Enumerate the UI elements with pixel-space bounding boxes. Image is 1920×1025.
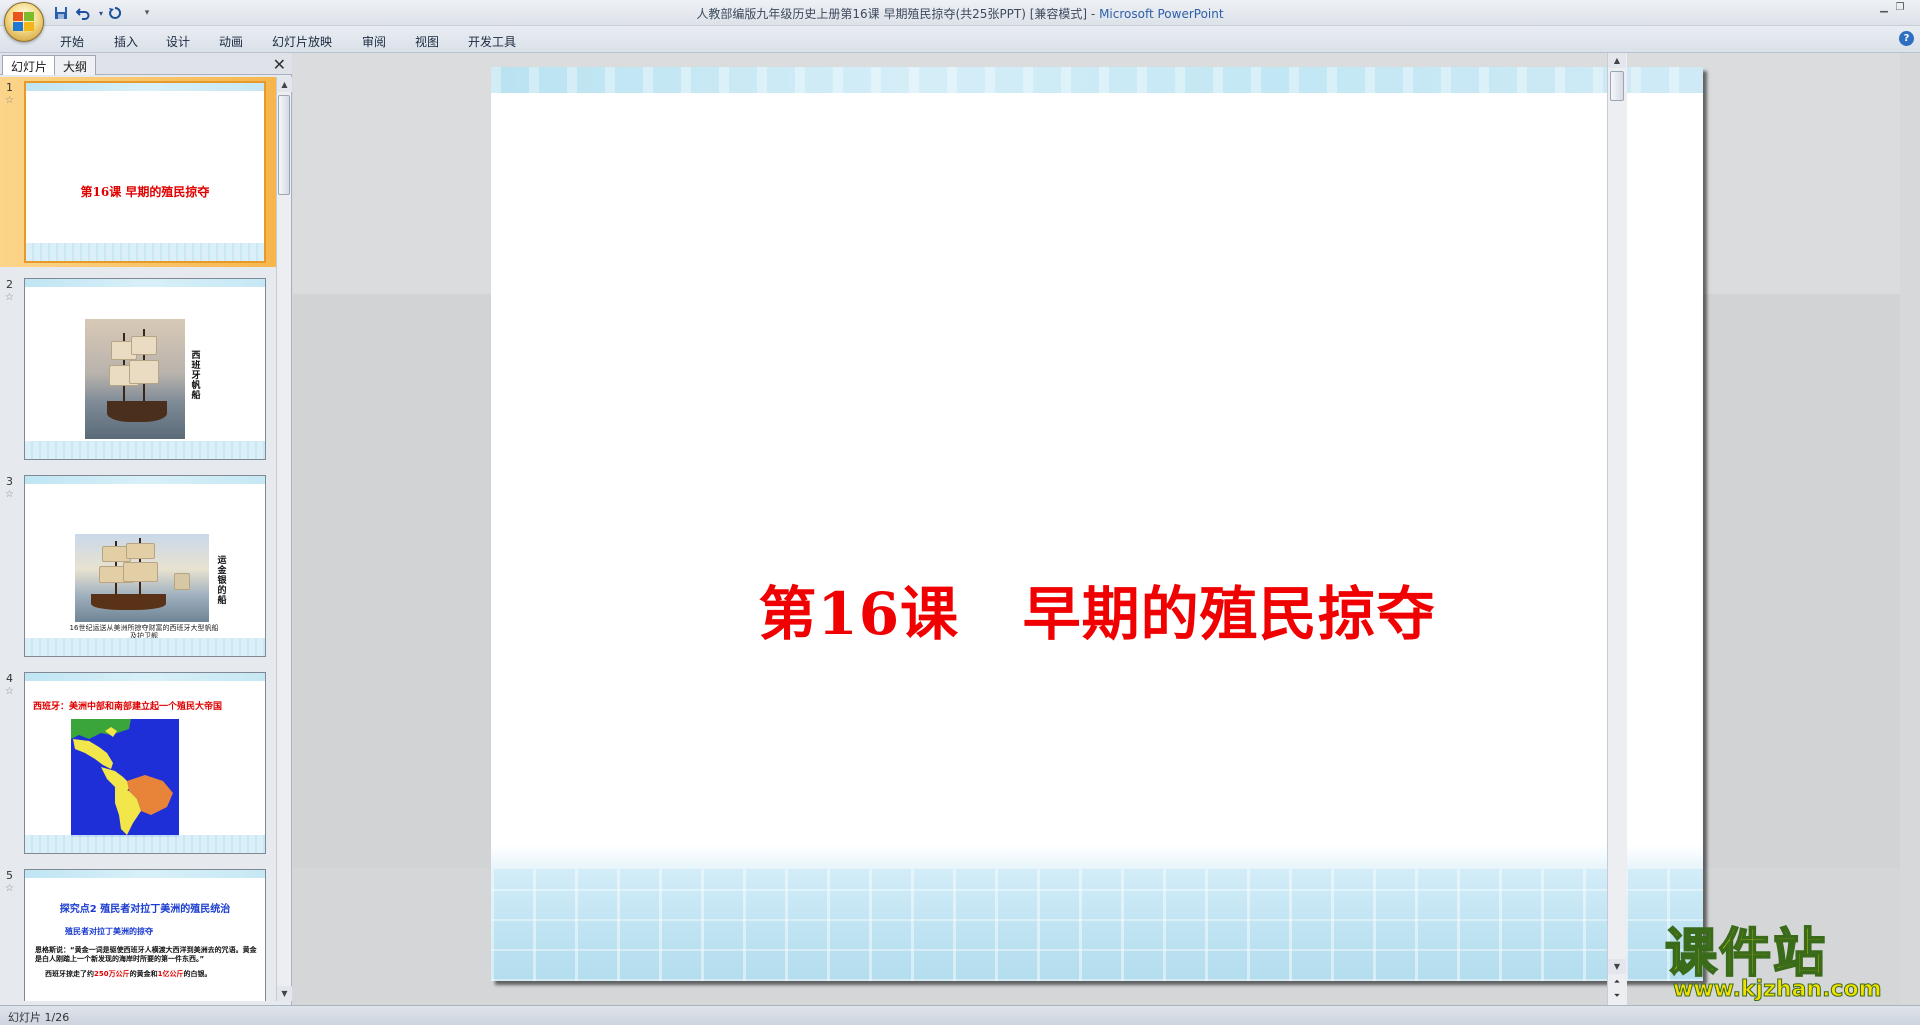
tab-slide-show[interactable]: 幻灯片放映 bbox=[266, 31, 338, 52]
tab-outline[interactable]: 大纲 bbox=[54, 55, 97, 75]
watermark-text: 课件站 bbox=[1664, 924, 1828, 984]
watermark-logo: 课件站 www.kjzhan.com bbox=[1664, 924, 1905, 1005]
tab-developer[interactable]: 开发工具 bbox=[462, 31, 522, 52]
thumbnail-body: 恩格斯说：“黄金一词是驱使西班牙人横渡大西洋到美洲去的咒语。黄金是白人刚踏上一个… bbox=[35, 946, 257, 979]
slide-number: 4 bbox=[6, 672, 13, 685]
decor-band bbox=[491, 869, 1703, 981]
scroll-thumb[interactable] bbox=[1610, 71, 1624, 101]
decor-band bbox=[25, 279, 265, 287]
slide-title[interactable]: 第16课 早期的殖民掠夺 bbox=[491, 567, 1703, 651]
thumbnail-canvas: 探究点2 殖民者对拉丁美洲的殖民统治 殖民者对拉丁美洲的掠夺 恩格斯说：“黄金一… bbox=[24, 869, 266, 1001]
thumbnail-heading: 探究点2 殖民者对拉丁美洲的殖民统治 bbox=[59, 904, 231, 915]
slide-thumbnail-list: 1 ☆ 第16课 早期的殖民掠夺 2 ☆ 西班牙帆船 3 ☆ 运金银的船 16世… bbox=[0, 77, 276, 1001]
thumbnail-title: 西班牙：美洲中部和南部建立起一个殖民大帝国 bbox=[33, 702, 223, 712]
undo-icon[interactable] bbox=[74, 4, 92, 22]
vertical-caption: 运金银的船 bbox=[217, 556, 227, 606]
office-logo-icon bbox=[13, 12, 35, 32]
redo-icon[interactable] bbox=[106, 4, 124, 22]
highlight-text: 250万公斤 bbox=[94, 970, 130, 978]
decor-band bbox=[25, 476, 265, 484]
slide-number: 3 bbox=[6, 475, 13, 488]
close-icon[interactable]: ✕ bbox=[273, 55, 286, 74]
decor-band bbox=[25, 673, 265, 681]
animation-star-icon: ☆ bbox=[5, 95, 14, 106]
current-slide[interactable]: 第16课 早期的殖民掠夺 bbox=[491, 67, 1703, 981]
decor-band bbox=[26, 243, 264, 261]
thumbnail-subheading: 殖民者对拉丁美洲的掠夺 bbox=[65, 927, 153, 936]
restore-icon[interactable]: ❐ bbox=[1892, 2, 1908, 16]
scroll-up-icon[interactable]: ▲ bbox=[1608, 53, 1626, 68]
next-slide-icon[interactable]: ⏷ bbox=[1610, 989, 1624, 1003]
ribbon-tabs: 开始 插入 设计 动画 幻灯片放映 审阅 视图 开发工具 ? bbox=[0, 26, 1920, 53]
tab-design[interactable]: 设计 bbox=[160, 31, 196, 52]
vertical-caption: 西班牙帆船 bbox=[191, 351, 201, 401]
animation-star-icon: ☆ bbox=[5, 883, 14, 894]
tab-home[interactable]: 开始 bbox=[54, 31, 90, 52]
decor-band bbox=[25, 441, 265, 459]
decor-band bbox=[491, 67, 1703, 93]
slide-thumbnail-1[interactable]: 1 ☆ 第16课 早期的殖民掠夺 bbox=[0, 77, 276, 267]
thumbnail-title: 第16课 早期的殖民掠夺 bbox=[80, 185, 210, 199]
save-icon[interactable] bbox=[52, 4, 70, 22]
tab-slides[interactable]: 幻灯片 bbox=[2, 55, 57, 75]
window-title: 人教部编版九年级历史上册第16课 早期殖民掠夺(共25张PPT) [兼容模式] … bbox=[0, 5, 1920, 22]
previous-slide-icon[interactable]: ⏶ bbox=[1610, 975, 1624, 989]
customize-toolbar-icon[interactable]: ▾ bbox=[138, 4, 156, 22]
slide-scrollbar[interactable]: ▲ ▼ ⏶ ⏷ bbox=[1607, 53, 1627, 1005]
slide-thumbnail-4[interactable]: 4 ☆ 西班牙：美洲中部和南部建立起一个殖民大帝国 bbox=[0, 668, 276, 858]
minimize-icon[interactable]: ▁ bbox=[1876, 2, 1892, 16]
watermark-url: www.kjzhan.com bbox=[1673, 977, 1883, 1003]
decor-band bbox=[25, 870, 265, 878]
thumbnail-canvas: 西班牙：美洲中部和南部建立起一个殖民大帝国 bbox=[24, 672, 266, 854]
animation-star-icon: ☆ bbox=[5, 292, 14, 303]
scroll-down-icon[interactable]: ▼ bbox=[1608, 959, 1626, 974]
tab-animations[interactable]: 动画 bbox=[213, 31, 249, 52]
thumbnail-canvas: 运金银的船 16世纪运送从美洲所掠夺财富的西班牙大型帆船及护卫舰 bbox=[24, 475, 266, 657]
title-bar: ▾ ▾ 人教部编版九年级历史上册第16课 早期殖民掠夺(共25张PPT) [兼容… bbox=[0, 0, 1920, 26]
americas-map-image bbox=[71, 719, 179, 837]
slide-thumbnail-2[interactable]: 2 ☆ 西班牙帆船 bbox=[0, 274, 276, 464]
slides-panel: 幻灯片 大纲 ✕ 1 ☆ 第16课 早期的殖民掠夺 2 ☆ 西班牙帆船 3 ☆ … bbox=[0, 53, 292, 1005]
slide-counter: 幻灯片 1/26 bbox=[8, 1011, 70, 1024]
slide-thumbnail-3[interactable]: 3 ☆ 运金银的船 16世纪运送从美洲所掠夺财富的西班牙大型帆船及护卫舰 bbox=[0, 471, 276, 661]
ship-painting-image bbox=[85, 319, 185, 439]
scroll-up-icon[interactable]: ▲ bbox=[277, 77, 292, 92]
treasure-ship-image bbox=[75, 534, 209, 622]
decor-band bbox=[25, 638, 265, 656]
decor-fade bbox=[491, 845, 1703, 869]
thumbnail-canvas: 西班牙帆船 bbox=[24, 278, 266, 460]
slide-editor: 第16课 早期的殖民掠夺 bbox=[293, 53, 1900, 1005]
decor-band bbox=[26, 83, 264, 91]
tab-review[interactable]: 审阅 bbox=[356, 31, 392, 52]
office-button[interactable] bbox=[4, 2, 44, 42]
animation-star-icon: ☆ bbox=[5, 489, 14, 500]
body-text: 西班牙掠走了约 bbox=[45, 970, 94, 978]
panel-tabs: 幻灯片 大纲 ✕ bbox=[0, 53, 292, 75]
thumbnail-canvas: 第16课 早期的殖民掠夺 bbox=[24, 81, 266, 263]
tab-view[interactable]: 视图 bbox=[409, 31, 445, 52]
app-name: Microsoft PowerPoint bbox=[1099, 7, 1224, 21]
body-text: 的白银。 bbox=[183, 970, 212, 978]
animation-star-icon: ☆ bbox=[5, 686, 14, 697]
tab-insert[interactable]: 插入 bbox=[108, 31, 144, 52]
slide-thumbnail-5[interactable]: 5 ☆ 探究点2 殖民者对拉丁美洲的殖民统治 殖民者对拉丁美洲的掠夺 恩格斯说：… bbox=[0, 865, 276, 1001]
body-paragraph-1: 恩格斯说：“黄金一词是驱使西班牙人横渡大西洋到美洲去的咒语。黄金是白人刚踏上一个… bbox=[35, 946, 257, 963]
decor-band bbox=[25, 835, 265, 853]
body-paragraph-2: 西班牙掠走了约250万公斤的黄金和1亿公斤的白银。 bbox=[35, 970, 257, 979]
slide-number: 1 bbox=[6, 81, 13, 94]
status-bar: 幻灯片 1/26 bbox=[0, 1005, 1920, 1025]
document-title: 人教部编版九年级历史上册第16课 早期殖民掠夺(共25张PPT) [兼容模式] … bbox=[696, 7, 1100, 21]
slide-number: 2 bbox=[6, 278, 13, 291]
help-icon[interactable]: ? bbox=[1899, 31, 1914, 46]
highlight-text: 1亿公斤 bbox=[157, 970, 184, 978]
slide-number: 5 bbox=[6, 869, 13, 882]
scroll-thumb[interactable] bbox=[278, 95, 290, 195]
scroll-down-icon[interactable]: ▼ bbox=[277, 986, 292, 1001]
thumbnail-scrollbar[interactable]: ▲ ▼ bbox=[276, 77, 292, 1001]
body-text: 的黄金和 bbox=[129, 970, 158, 978]
